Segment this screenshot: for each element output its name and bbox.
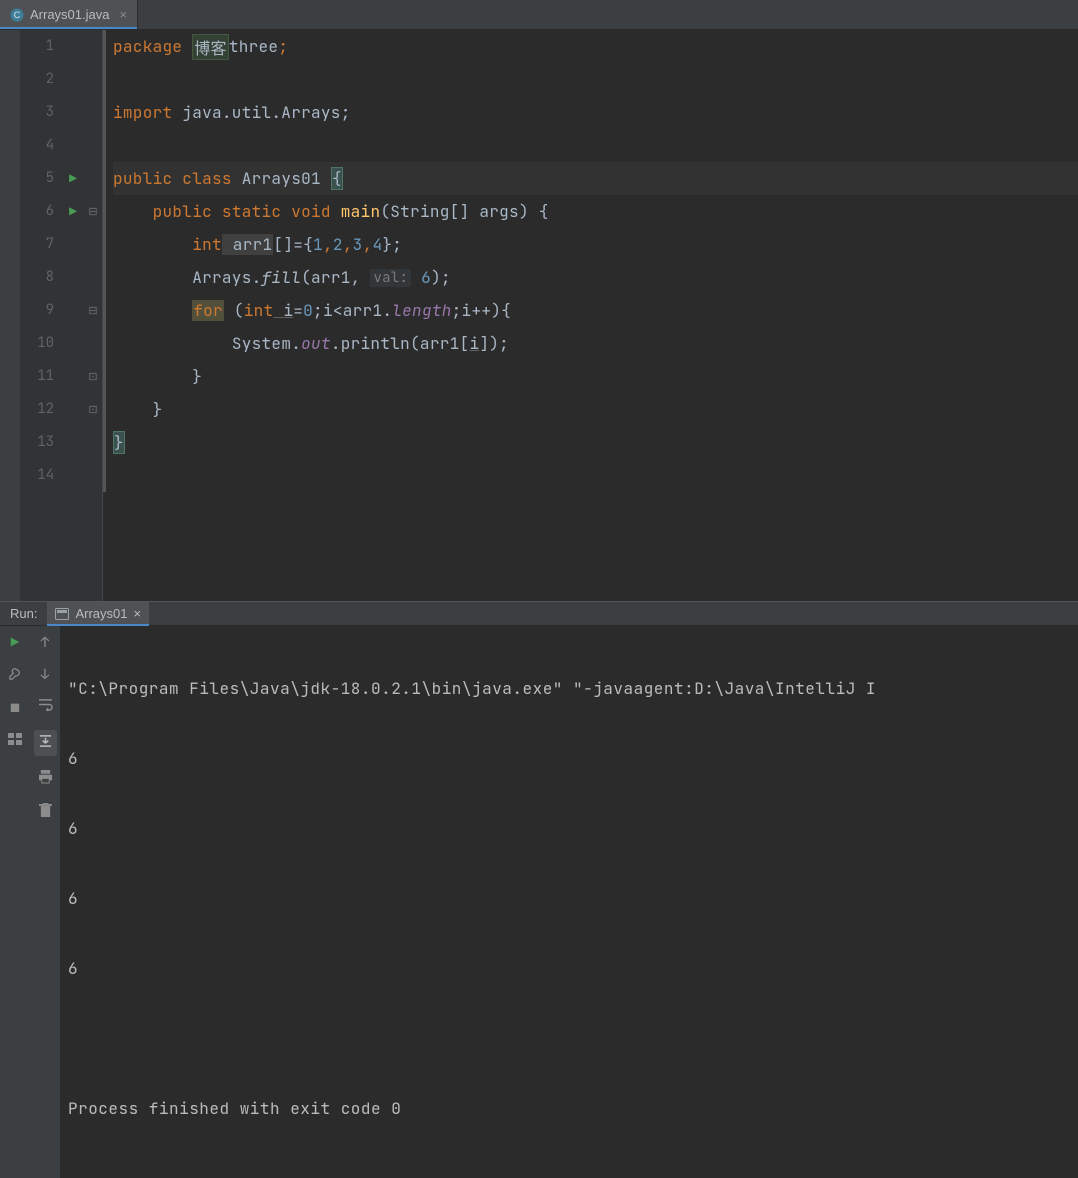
scroll-to-end-icon[interactable] bbox=[34, 730, 57, 756]
arrow-down-icon[interactable]: ↓ bbox=[41, 666, 49, 684]
fold-close-icon[interactable]: ⊡ bbox=[84, 393, 102, 426]
line-number[interactable]: 6 bbox=[20, 195, 62, 228]
terminal-icon bbox=[55, 608, 69, 620]
line-number[interactable]: 4 bbox=[20, 129, 62, 162]
print-icon[interactable] bbox=[38, 770, 53, 789]
line-number[interactable]: 12 bbox=[20, 393, 62, 426]
line-number[interactable]: 11 bbox=[20, 360, 62, 393]
arrow-up-icon[interactable]: ↑ bbox=[41, 634, 49, 652]
rerun-icon[interactable]: ▶ bbox=[11, 634, 19, 652]
run-toolbar-primary: ▶ ■ bbox=[0, 626, 30, 1178]
console-line: Process finished with exit code 0 bbox=[68, 1098, 1070, 1126]
editor-tabs: C Arrays01.java × bbox=[0, 0, 1078, 30]
gutter: 1 2 3 4 5 6 7 8 9 10 11 12 13 14 ▶ ▶ ⊟ ⊟ bbox=[20, 30, 103, 601]
line-numbers: 1 2 3 4 5 6 7 8 9 10 11 12 13 14 bbox=[20, 30, 62, 601]
line-number[interactable]: 3 bbox=[20, 96, 62, 129]
gutter-run-markers: ▶ ▶ bbox=[62, 30, 84, 601]
run-body: ▶ ■ ↑ ↓ "C:\Progra bbox=[0, 626, 1078, 1178]
console-line: 6 bbox=[68, 748, 1070, 776]
console-line bbox=[68, 1028, 1070, 1056]
code-area[interactable]: package 博客three; import java.util.Arrays… bbox=[103, 30, 1078, 601]
file-tab-arrays01[interactable]: C Arrays01.java × bbox=[0, 0, 138, 29]
soft-wrap-icon[interactable] bbox=[38, 698, 53, 716]
console-line: "C:\Program Files\Java\jdk-18.0.2.1\bin\… bbox=[68, 678, 1070, 706]
gutter-folding: ⊟ ⊟ ⊡ ⊡ bbox=[84, 30, 102, 601]
run-line-marker-icon[interactable]: ▶ bbox=[62, 162, 84, 195]
editor: 1 2 3 4 5 6 7 8 9 10 11 12 13 14 ▶ ▶ ⊟ ⊟ bbox=[0, 30, 1078, 601]
fold-open-icon[interactable]: ⊟ bbox=[84, 195, 102, 228]
line-number[interactable]: 9 bbox=[20, 294, 62, 327]
console-line: 6 bbox=[68, 818, 1070, 846]
vcs-change-marker bbox=[103, 30, 106, 492]
console-line: 6 bbox=[68, 958, 1070, 986]
file-tab-label: Arrays01.java bbox=[30, 7, 109, 22]
line-number[interactable]: 8 bbox=[20, 261, 62, 294]
console-line: 6 bbox=[68, 888, 1070, 916]
line-number[interactable]: 5 bbox=[20, 162, 62, 195]
run-header: Run: Arrays01 × bbox=[0, 602, 1078, 626]
line-number[interactable]: 2 bbox=[20, 63, 62, 96]
stop-icon[interactable]: ■ bbox=[11, 700, 19, 718]
java-class-icon: C bbox=[10, 8, 24, 22]
fold-close-icon[interactable]: ⊡ bbox=[84, 360, 102, 393]
line-number[interactable]: 10 bbox=[20, 327, 62, 360]
run-tool-window: Run: Arrays01 × ▶ ■ ↑ ↓ bbox=[0, 601, 1078, 861]
close-icon[interactable]: × bbox=[119, 7, 127, 22]
line-number[interactable]: 14 bbox=[20, 459, 62, 492]
line-number[interactable]: 7 bbox=[20, 228, 62, 261]
svg-text:C: C bbox=[14, 10, 21, 20]
layout-icon[interactable] bbox=[8, 732, 22, 750]
run-config-name: Arrays01 bbox=[75, 606, 127, 621]
line-number[interactable]: 1 bbox=[20, 30, 62, 63]
console-output[interactable]: "C:\Program Files\Java\jdk-18.0.2.1\bin\… bbox=[60, 626, 1078, 1178]
run-label: Run: bbox=[10, 606, 37, 621]
left-tool-strip bbox=[0, 30, 20, 601]
run-line-marker-icon[interactable]: ▶ bbox=[62, 195, 84, 228]
wrench-icon[interactable] bbox=[8, 666, 23, 686]
run-toolbar-secondary: ↑ ↓ bbox=[30, 626, 60, 1178]
fold-open-icon[interactable]: ⊟ bbox=[84, 294, 102, 327]
run-config-tab[interactable]: Arrays01 × bbox=[47, 602, 149, 625]
trash-icon[interactable] bbox=[39, 803, 52, 823]
line-number[interactable]: 13 bbox=[20, 426, 62, 459]
close-icon[interactable]: × bbox=[134, 606, 142, 621]
